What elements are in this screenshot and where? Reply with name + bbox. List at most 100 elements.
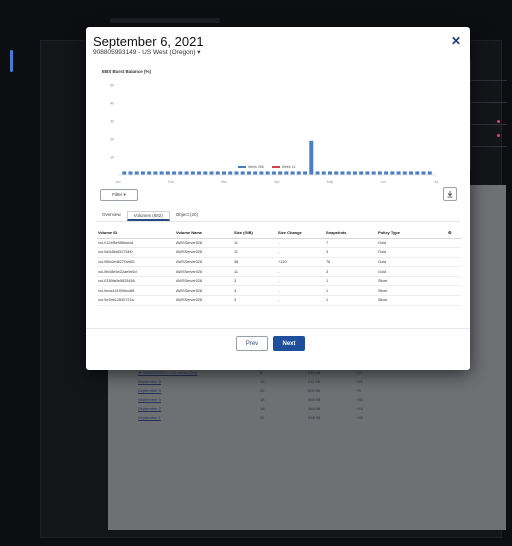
account-region-selector[interactable]: 908805993149 - US West (Oregon) ▾ xyxy=(93,48,201,56)
chart-bar[interactable] xyxy=(178,171,183,175)
legend-item[interactable]: Week 14 xyxy=(271,165,295,169)
chart-bar[interactable] xyxy=(172,171,177,175)
background-cell: 11 xyxy=(260,415,265,420)
chart-bar[interactable] xyxy=(415,171,420,175)
column-header[interactable]: Size Change xyxy=(277,227,325,239)
chart-bar[interactable] xyxy=(396,171,401,175)
download-button[interactable] xyxy=(443,187,457,201)
chart-bar[interactable] xyxy=(140,171,145,175)
chart-bar[interactable] xyxy=(365,171,370,175)
table-row[interactable]: vol-0e2bb12830721a AWSServer028 3-1 Silver xyxy=(97,295,461,306)
table-cell: 3 xyxy=(233,276,277,287)
chart-bar[interactable] xyxy=(190,171,195,175)
column-header[interactable]: Volume ID xyxy=(97,227,175,239)
volumes-table: Volume ID Volume Name Size (GiB) Size Ch… xyxy=(97,227,461,306)
download-icon xyxy=(447,191,453,198)
tab-volumes[interactable]: Volumes (682) xyxy=(126,211,170,221)
chart-bar[interactable] xyxy=(271,171,276,175)
chart-bar[interactable] xyxy=(134,171,139,175)
chart-bar[interactable] xyxy=(402,171,407,175)
chart-bar[interactable] xyxy=(390,171,395,175)
table-row[interactable]: vol-0124f5e9f5bdea1 AWSServer028 11-7 Gold xyxy=(97,238,461,249)
chart-bar[interactable] xyxy=(259,171,264,175)
chart-bar[interactable] xyxy=(197,171,202,175)
chart-bar[interactable] xyxy=(240,171,245,175)
chart-bar[interactable] xyxy=(265,171,270,175)
background-row[interactable]: September 2 18 388.98 +18 xyxy=(138,404,398,413)
next-button[interactable]: Next xyxy=(273,336,305,351)
chart-bar[interactable] xyxy=(209,171,214,175)
table-cell: AWSServer028 xyxy=(175,276,233,287)
chart-bar[interactable] xyxy=(128,171,133,175)
background-row[interactable]: September 5 15 211.98 +21 xyxy=(138,377,398,386)
chart-bar[interactable] xyxy=(334,171,339,175)
background-row[interactable]: September 4 22 500.98 +9 xyxy=(138,386,398,395)
chart-bar[interactable] xyxy=(359,171,364,175)
table-cell: 1 xyxy=(325,295,377,306)
chart-bar[interactable] xyxy=(377,171,382,175)
chart-bar[interactable] xyxy=(246,171,251,175)
chart-bar[interactable] xyxy=(296,171,301,175)
table-cell: 7 xyxy=(325,238,377,249)
chart-bar[interactable] xyxy=(328,171,332,175)
table-row[interactable]: vol-0ece441909ecaf8 AWSServer028 3-1 Silver xyxy=(97,285,461,297)
chart-bar[interactable] xyxy=(309,140,314,175)
chart-bar[interactable] xyxy=(321,171,326,175)
table-cell: Silver xyxy=(377,295,447,306)
chart-bar[interactable] xyxy=(384,171,389,175)
close-icon[interactable]: ✕ xyxy=(451,34,461,48)
chart-bar[interactable] xyxy=(315,171,320,175)
chart-bar[interactable] xyxy=(427,171,432,175)
chart-bar[interactable] xyxy=(203,171,208,175)
table-cell: Gold xyxy=(377,266,447,277)
table-cell: vol-0f5c0ed627f1e6f3 xyxy=(97,257,175,268)
table-row[interactable]: vol-0f5c0ed627f1e6f3 AWSServer028 38 +120 76… xyxy=(97,257,461,268)
chart-bar[interactable] xyxy=(159,171,164,175)
chart-bar[interactable] xyxy=(122,171,127,175)
table-row[interactable]: vol-0fc08e5e22ae9e5d AWSServer028 11-3 Gold xyxy=(97,266,461,277)
filter-button[interactable]: Filter ▾ xyxy=(100,189,138,201)
chart-bar[interactable] xyxy=(184,171,189,175)
column-header[interactable]: Snapshots xyxy=(325,227,377,239)
chart-bar[interactable] xyxy=(303,171,308,175)
chart-bar[interactable] xyxy=(278,171,283,175)
tab-overview[interactable]: Overview xyxy=(96,211,127,221)
table-cell: Silver xyxy=(377,285,447,297)
chart-bar[interactable] xyxy=(215,171,220,175)
column-settings-icon[interactable]: ⚙ xyxy=(447,227,461,239)
chart-bar[interactable] xyxy=(290,171,295,175)
table-row[interactable]: vol-0a9d5dd31734f0 AWSServer028 11-3 Gold xyxy=(97,247,461,258)
background-row[interactable]: September 3 18 598.98 +35 xyxy=(138,395,398,404)
chart-bar[interactable] xyxy=(352,171,357,175)
column-header[interactable]: Policy Type xyxy=(377,227,447,239)
chart-bar[interactable] xyxy=(340,171,345,175)
chart-bar[interactable] xyxy=(234,171,239,175)
chart-bar[interactable] xyxy=(284,171,289,175)
tab-objects[interactable]: Object (20) xyxy=(170,211,204,221)
column-header[interactable]: Size (GiB) xyxy=(233,227,277,239)
table-cell xyxy=(447,295,461,306)
chart-bar[interactable] xyxy=(153,171,158,175)
pagination: Prev Next xyxy=(236,336,305,351)
chart-bar[interactable] xyxy=(253,171,258,175)
chart-bar[interactable] xyxy=(228,171,233,175)
table-row[interactable]: vol-0339fa0e5625456 AWSServer028 3-1 Silver xyxy=(97,276,461,287)
table-cell: - xyxy=(277,295,325,306)
modal-tabs: Overview Volumes (682) Object (20) xyxy=(96,211,204,221)
chart-bar[interactable] xyxy=(409,171,414,175)
chart-bar[interactable] xyxy=(222,171,226,175)
table-cell: AWSServer028 xyxy=(175,238,233,249)
chart-bar[interactable] xyxy=(165,171,170,175)
column-header[interactable]: Volume Name xyxy=(175,227,233,239)
chart-bar[interactable] xyxy=(147,171,152,175)
chart-title: EBS Burst Balance (%) xyxy=(102,69,152,74)
background-cell: +21 xyxy=(356,370,363,375)
chart-bar[interactable] xyxy=(346,171,351,175)
legend-item[interactable]: Week 256 xyxy=(238,165,264,169)
chart-bar[interactable] xyxy=(371,171,376,175)
background-row[interactable]: September 1 11 598.98 +35 xyxy=(138,413,398,422)
prev-button[interactable]: Prev xyxy=(236,336,268,351)
table-cell: 3 xyxy=(325,247,377,258)
table-cell: vol-0339fa0e5625456 xyxy=(97,276,175,287)
chart-bar[interactable] xyxy=(421,171,426,175)
